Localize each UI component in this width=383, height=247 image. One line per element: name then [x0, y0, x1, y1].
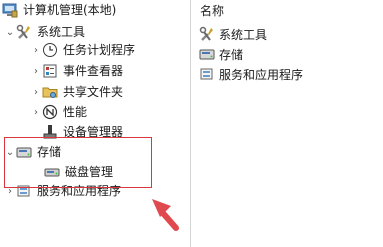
tree-item-label: 共享文件夹 [63, 85, 124, 99]
tree-item-label: 任务计划程序 [63, 43, 136, 57]
tree-item-shared-folders[interactable]: › 共享文件夹 [30, 82, 123, 102]
computer-management-icon [2, 2, 18, 18]
services-icon [199, 66, 215, 82]
chevron-right-icon[interactable]: › [30, 86, 42, 98]
column-header-name[interactable]: 名称 [200, 2, 224, 20]
tree-item-label: 系统工具 [37, 25, 86, 39]
list-item[interactable]: 服务和应用程序 [199, 64, 303, 84]
system-tools-icon [16, 24, 32, 40]
storage-icon [199, 46, 215, 62]
chevron-right-icon[interactable]: › [30, 44, 42, 56]
list-item[interactable]: 存储 [199, 44, 243, 64]
list-item-label: 系统工具 [219, 27, 268, 42]
tree-item-performance[interactable]: › 性能 [30, 102, 87, 122]
list-item-label: 存储 [219, 47, 244, 62]
tree-item-label: 事件查看器 [63, 64, 124, 78]
chevron-right-icon[interactable]: › [30, 106, 42, 118]
tree-item-label: 计算机管理(本地) [23, 3, 117, 17]
clock-icon [42, 42, 58, 58]
chevron-right-icon[interactable]: › [30, 65, 42, 77]
list-item-label: 服务和应用程序 [219, 67, 304, 82]
tree-item-task-scheduler[interactable]: › 任务计划程序 [30, 40, 135, 60]
event-viewer-icon [42, 63, 58, 79]
list-item[interactable]: 系统工具 [199, 24, 267, 44]
chevron-down-icon[interactable]: ⌄ [4, 26, 16, 38]
content-list-pane: 名称 系统工具 存储 服务和应用程序 [191, 0, 383, 247]
storage-highlight-box [4, 137, 152, 188]
shared-folder-icon [42, 84, 58, 100]
tree-item-event-viewer[interactable]: › 事件查看器 [30, 61, 123, 81]
performance-icon [42, 104, 58, 120]
system-tools-icon [199, 26, 215, 42]
tree-item-label: 性能 [63, 105, 88, 119]
navigation-tree: 计算机管理(本地) ⌄ 系统工具 › 任务计划程序 › 事件查看器 › 共享文件… [0, 0, 190, 247]
tree-item-system-tools[interactable]: ⌄ 系统工具 [4, 22, 85, 42]
tree-item-computer-management[interactable]: 计算机管理(本地) [2, 0, 116, 20]
